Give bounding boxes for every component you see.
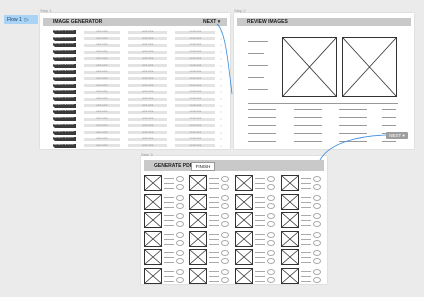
flow-connectors bbox=[216, 23, 387, 161]
